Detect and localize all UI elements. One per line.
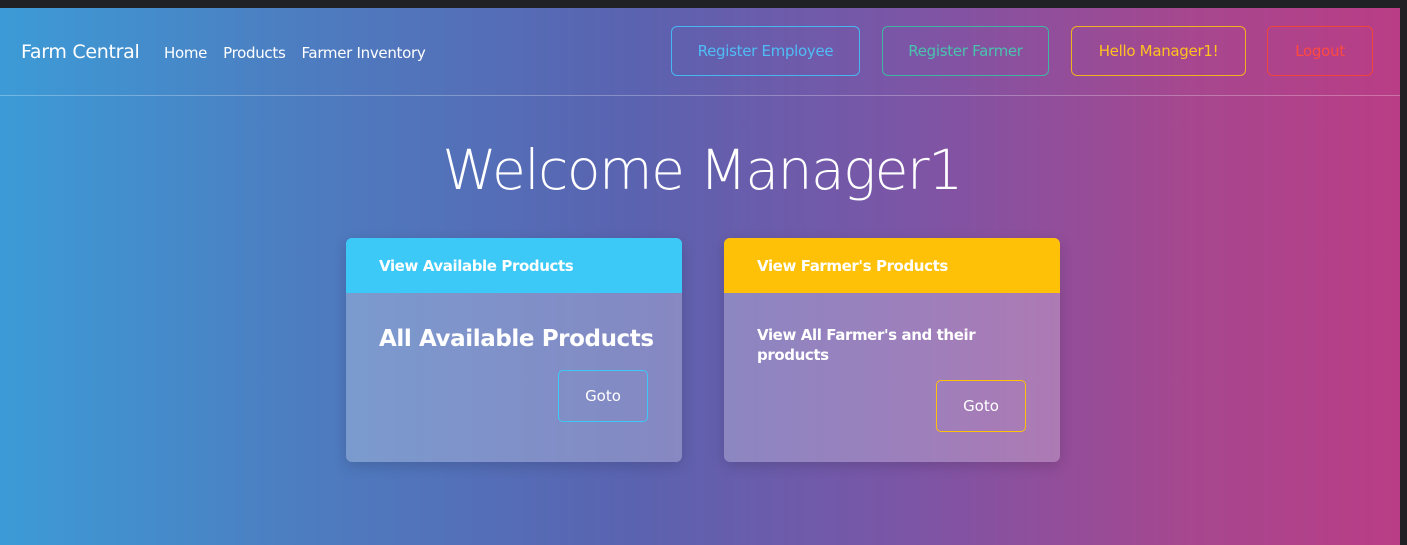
nav-links: Home Products Farmer Inventory — [164, 44, 426, 62]
navbar: Farm Central Home Products Farmer Invent… — [0, 8, 1400, 96]
card-text: View All Farmer's and their products — [757, 326, 976, 364]
register-farmer-button[interactable]: Register Farmer — [882, 26, 1049, 76]
nav-link-farmer-inventory[interactable]: Farmer Inventory — [301, 44, 425, 62]
register-employee-button[interactable]: Register Employee — [671, 26, 860, 76]
user-greeting-button[interactable]: Hello Manager1! — [1071, 26, 1246, 76]
card-header: View Farmer's Products — [724, 238, 1060, 293]
logout-button[interactable]: Logout — [1267, 26, 1373, 76]
browser-frame: Farm Central Home Products Farmer Invent… — [0, 0, 1407, 545]
farmer-products-card: View Farmer's Products View All Farmer's… — [724, 238, 1060, 462]
nav-link-home[interactable]: Home — [164, 44, 207, 62]
brand-logo[interactable]: Farm Central — [21, 41, 140, 63]
goto-farmer-products-button[interactable]: Goto — [936, 380, 1026, 432]
page-title: Welcome Manager1 — [442, 138, 963, 202]
goto-available-products-button[interactable]: Goto — [558, 370, 648, 422]
card-header: View Available Products — [346, 238, 682, 293]
available-products-card: View Available Products All Available Pr… — [346, 238, 682, 462]
app-root: Farm Central Home Products Farmer Invent… — [0, 8, 1400, 545]
nav-link-products[interactable]: Products — [223, 44, 286, 62]
card-title: All Available Products — [379, 326, 654, 352]
